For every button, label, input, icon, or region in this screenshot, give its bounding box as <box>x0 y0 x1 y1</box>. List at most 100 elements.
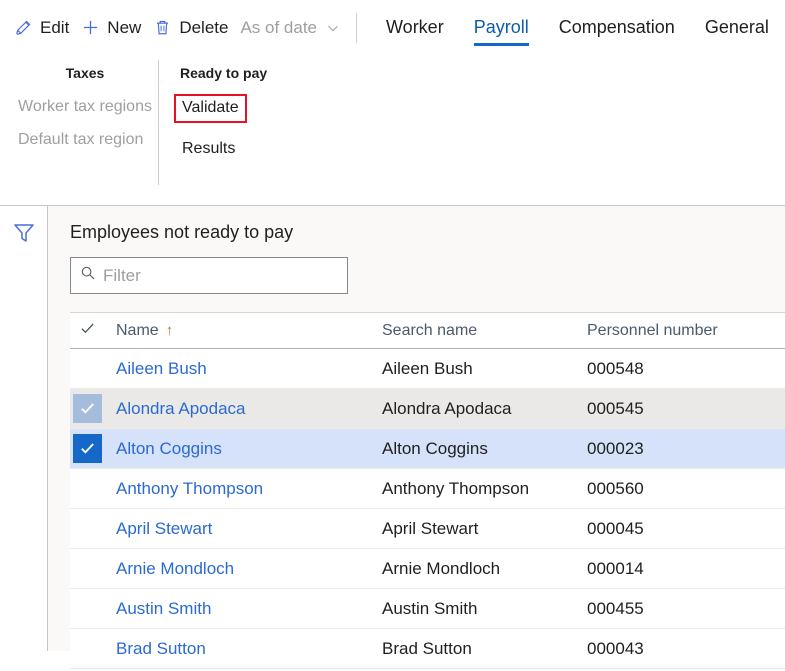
filter-funnel-icon[interactable] <box>11 220 37 246</box>
row-checkbox[interactable] <box>73 594 102 623</box>
tab-payroll[interactable]: Payroll <box>459 0 544 55</box>
toolbar-separator <box>356 12 358 43</box>
table-row[interactable]: Alondra Apodaca Alondra Apodaca 000545 <box>70 389 785 429</box>
ribbon-group-taxes-title: Taxes <box>65 65 105 81</box>
validate-button[interactable]: Validate <box>174 94 247 123</box>
delete-button[interactable]: Delete <box>151 11 238 45</box>
employee-search-name: April Stewart <box>382 518 479 538</box>
row-checkbox[interactable] <box>73 354 102 383</box>
checkmark-icon <box>79 320 96 342</box>
table-row[interactable]: Alton Coggins Alton Coggins 000023 <box>70 429 785 469</box>
results-button[interactable]: Results <box>178 136 358 162</box>
trash-icon <box>153 18 172 37</box>
column-header-search-name[interactable]: Search name <box>382 322 587 340</box>
worker-tax-regions-button[interactable]: Worker tax regions <box>14 94 156 120</box>
filter-input-wrapper[interactable] <box>70 257 348 294</box>
edit-button[interactable]: Edit <box>12 11 79 45</box>
employee-search-name: Anthony Thompson <box>382 478 530 498</box>
tab-worker[interactable]: Worker <box>371 0 459 55</box>
worker-tax-regions-label: Worker tax regions <box>18 98 152 115</box>
tab-general-label: General <box>704 17 769 37</box>
employee-name-link[interactable]: Aileen Bush <box>116 359 207 378</box>
row-checkbox[interactable] <box>73 634 102 663</box>
employee-personnel-number: 000014 <box>587 558 644 578</box>
table-row[interactable]: Anthony Thompson Anthony Thompson 000560 <box>70 469 785 509</box>
employee-search-name: Brad Sutton <box>382 638 472 658</box>
ribbon-group-ready-to-pay: Ready to pay Validate Results <box>174 65 358 169</box>
employee-personnel-number: 000043 <box>587 638 644 658</box>
content-area: Employees not ready to pay Filter Name ↑… <box>0 206 785 669</box>
row-checkbox[interactable] <box>73 554 102 583</box>
grid-header-row: Name ↑ Search name Personnel number <box>70 313 785 349</box>
ribbon-group-ready-to-pay-title: Ready to pay <box>180 65 268 81</box>
ribbon-group-taxes: Taxes Worker tax regions Default tax reg… <box>14 65 156 160</box>
tab-compensation-label: Compensation <box>558 17 675 37</box>
row-checkbox[interactable] <box>73 474 102 503</box>
ribbon-group-separator <box>158 60 159 185</box>
search-icon <box>80 265 96 286</box>
sort-ascending-icon: ↑ <box>165 322 174 339</box>
new-button-label: New <box>107 17 142 37</box>
pencil-icon <box>14 18 33 37</box>
row-checkbox-cell[interactable] <box>70 349 105 388</box>
employees-grid: Name ↑ Search name Personnel number Aile… <box>70 312 785 669</box>
employee-name-link[interactable]: Anthony Thompson <box>116 479 263 498</box>
row-checkbox-cell[interactable] <box>70 629 105 668</box>
table-row[interactable]: Austin Smith Austin Smith 000455 <box>70 589 785 629</box>
ribbon: Taxes Worker tax regions Default tax reg… <box>0 55 785 205</box>
employee-personnel-number: 000560 <box>587 478 644 498</box>
row-checkbox[interactable] <box>73 394 102 423</box>
default-tax-region-label: Default tax region <box>18 131 144 148</box>
employee-name-link[interactable]: Austin Smith <box>116 599 211 618</box>
select-all-header[interactable] <box>70 313 105 348</box>
results-button-label: Results <box>182 140 236 157</box>
tab-compensation[interactable]: Compensation <box>544 0 690 55</box>
validate-button-label: Validate <box>182 99 239 116</box>
row-checkbox-cell[interactable] <box>70 429 105 468</box>
employee-search-name: Alondra Apodaca <box>382 398 512 418</box>
tab-worker-label: Worker <box>386 17 444 37</box>
employee-search-name: Alton Coggins <box>382 438 488 458</box>
default-tax-region-button[interactable]: Default tax region <box>14 127 156 153</box>
employee-name-link[interactable]: Alton Coggins <box>116 439 222 458</box>
employee-personnel-number: 000045 <box>587 518 644 538</box>
employee-personnel-number: 000023 <box>587 438 644 458</box>
row-checkbox[interactable] <box>73 434 102 463</box>
column-header-name[interactable]: Name ↑ <box>105 322 382 340</box>
row-checkbox-cell[interactable] <box>70 389 105 428</box>
tab-payroll-label: Payroll <box>473 17 529 37</box>
column-header-name-label: Name <box>116 321 159 339</box>
panel-title: Employees not ready to pay <box>70 222 294 242</box>
delete-button-label: Delete <box>179 17 229 37</box>
table-row[interactable]: Aileen Bush Aileen Bush 000548 <box>70 349 785 389</box>
tab-general[interactable]: General <box>690 0 784 55</box>
row-checkbox-cell[interactable] <box>70 589 105 628</box>
column-header-personnel-number-label: Personnel number <box>587 321 718 339</box>
row-checkbox-cell[interactable] <box>70 509 105 548</box>
employee-personnel-number: 000545 <box>587 398 644 418</box>
employee-name-link[interactable]: April Stewart <box>116 519 212 538</box>
employee-name-link[interactable]: Brad Sutton <box>116 639 206 658</box>
action-pane: Edit New Delete As of date Worker Payrol… <box>0 0 785 55</box>
plus-icon <box>81 18 100 37</box>
table-row[interactable]: April Stewart April Stewart 000045 <box>70 509 785 549</box>
tab-strip: Worker Payroll Compensation General <box>371 0 784 55</box>
as-of-date-label: As of date <box>240 17 318 37</box>
row-checkbox-cell[interactable] <box>70 549 105 588</box>
as-of-date-dropdown[interactable]: As of date <box>238 11 350 45</box>
employee-search-name: Aileen Bush <box>382 358 473 378</box>
table-row[interactable]: Arnie Mondloch Arnie Mondloch 000014 <box>70 549 785 589</box>
employee-search-name: Austin Smith <box>382 598 478 618</box>
employees-panel: Employees not ready to pay Filter Name ↑… <box>48 206 785 669</box>
employee-search-name: Arnie Mondloch <box>382 558 501 578</box>
chevron-down-icon <box>326 21 340 35</box>
employee-name-link[interactable]: Alondra Apodaca <box>116 399 246 418</box>
filter-rail <box>0 206 48 651</box>
filter-input[interactable] <box>103 265 338 286</box>
column-header-personnel-number[interactable]: Personnel number <box>587 322 785 340</box>
row-checkbox-cell[interactable] <box>70 469 105 508</box>
employee-name-link[interactable]: Arnie Mondloch <box>116 559 234 578</box>
row-checkbox[interactable] <box>73 514 102 543</box>
new-button[interactable]: New <box>79 11 151 45</box>
table-row[interactable]: Brad Sutton Brad Sutton 000043 <box>70 629 785 669</box>
